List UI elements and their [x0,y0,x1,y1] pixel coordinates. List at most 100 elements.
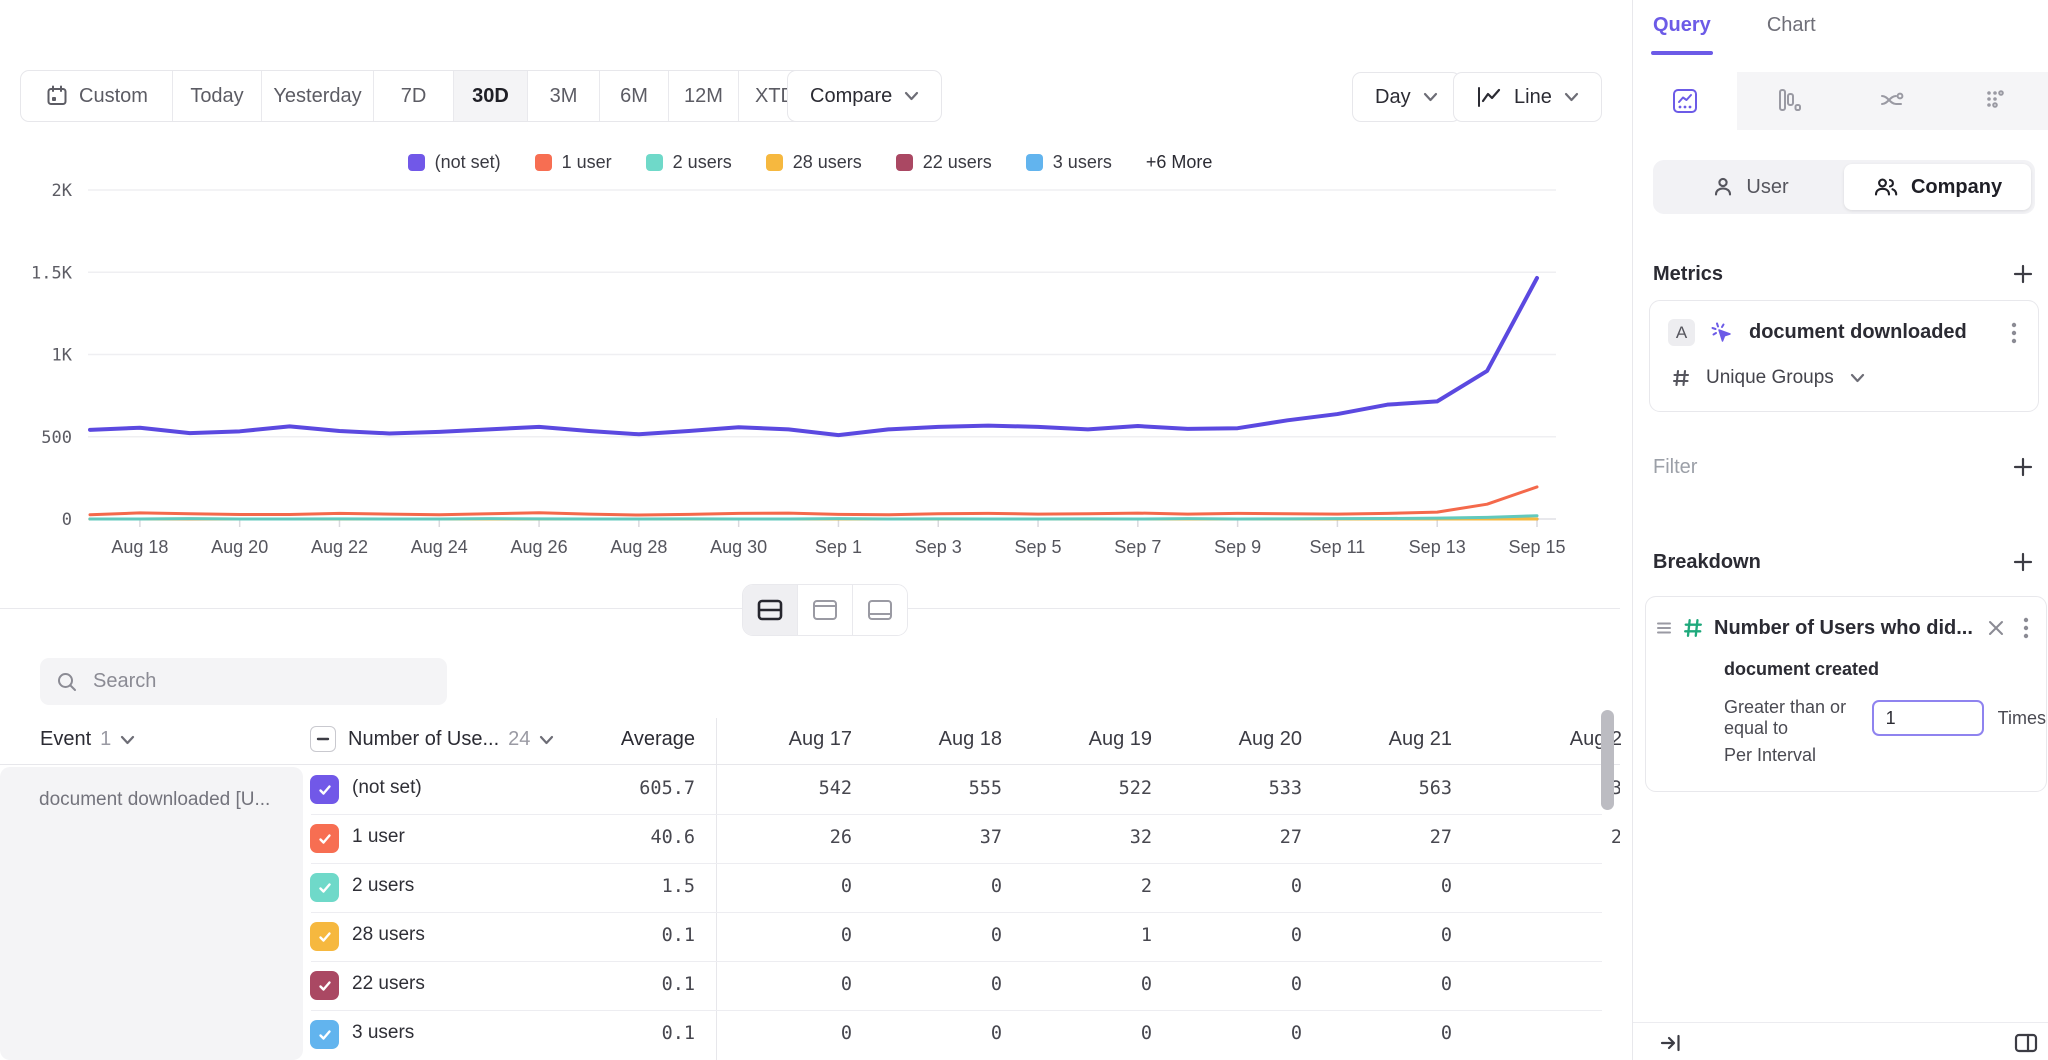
date-range-group: Custom Today Yesterday 7D 30D 3M 6M 12M … [20,70,837,122]
range-yesterday[interactable]: Yesterday [262,71,374,121]
chart-type-line-button[interactable] [1633,72,1737,130]
chevron-down-icon [1423,92,1438,102]
row-checkbox[interactable] [310,873,339,902]
layout-chart-top-button[interactable] [798,585,853,635]
layout-chart-bottom-button[interactable] [853,585,907,635]
breakdown-event-name[interactable]: document created [1724,659,1879,680]
user-icon [1712,176,1734,198]
check-icon [317,880,333,896]
table-row[interactable]: 3 users 0.1 00000 [0,1010,1620,1059]
table-header-row: Event 1 Number of Use... 24 Average Aug … [0,718,1620,764]
row-checkbox[interactable] [310,775,339,804]
chart-type-flow-button[interactable] [1841,72,1945,130]
granularity-label: Day [1375,86,1411,109]
row-separator [311,814,1602,815]
row-checkbox[interactable] [310,971,339,1000]
breakdown-options-kebab-icon[interactable] [2016,615,2036,641]
group-count: 24 [508,728,530,751]
value-cell: 0 [867,1023,1017,1044]
range-7d[interactable]: 7D [374,71,454,121]
times-value-input[interactable] [1872,700,1984,736]
svg-text:Aug 26: Aug 26 [511,537,568,557]
chart-type-label: Line [1514,86,1552,109]
drag-handle-icon[interactable] [1656,621,1672,635]
value-cell: 0 [717,925,867,946]
chevron-down-icon [904,91,919,101]
aggregation-dropdown[interactable]: Unique Groups [1672,367,1865,389]
row-checkbox[interactable] [310,824,339,853]
row-values: 00100 [717,925,1620,946]
add-filter-button[interactable] [2011,455,2035,479]
breakdown-card: Number of Users who did... document crea… [1645,596,2047,792]
row-values: 00000 [717,1023,1620,1044]
range-3m[interactable]: 3M [528,71,600,121]
select-all-checkbox[interactable] [310,726,336,752]
svg-text:Sep 11: Sep 11 [1310,537,1366,557]
svg-text:Aug 20: Aug 20 [211,537,268,557]
row-checkbox[interactable] [310,922,339,951]
table-row[interactable]: 28 users 0.1 00100 [0,912,1620,961]
event-column-dropdown[interactable]: Event 1 [40,728,135,751]
collapse-panel-icon[interactable] [1659,1031,1683,1055]
range-6m[interactable]: 6M [600,71,669,121]
series-label: 22 users [352,973,425,995]
search-input[interactable] [91,669,431,694]
series-label: 28 users [352,924,425,946]
value-cell: 0 [1017,974,1167,995]
range-today[interactable]: Today [173,71,262,121]
row-average: 0.1 [555,1023,695,1044]
analytics-app: Custom Today Yesterday 7D 30D 3M 6M 12M … [0,0,2048,1060]
range-12m[interactable]: 12M [669,71,739,121]
value-cell: 522 [1017,778,1167,799]
range-30d[interactable]: 30D [454,71,528,121]
add-breakdown-button[interactable] [2011,550,2035,574]
svg-text:Aug 30: Aug 30 [710,537,767,557]
value-cell: 32 [1017,827,1167,848]
breakdown-title: Breakdown [1653,551,1761,574]
svg-text:500: 500 [41,428,72,448]
compare-button[interactable]: Compare [787,70,942,122]
add-metric-button[interactable] [2011,262,2035,286]
value-cell: 27 [1317,827,1467,848]
value-cell: 37 [867,827,1017,848]
scope-user-button[interactable]: User [1657,164,1844,210]
value-cell [1467,925,1620,946]
search-icon [56,671,78,693]
split-view-icon [757,599,783,621]
remove-breakdown-icon[interactable] [1987,619,2005,637]
table-body: (not set) 605.7 54255552253356353 1 user… [0,765,1620,1060]
top-bar-view-icon [812,599,838,621]
table-row[interactable]: 2 users 1.5 00200 [0,863,1620,912]
tab-query[interactable]: Query [1653,14,1711,55]
line-chart-box-icon [1670,86,1700,116]
chart-canvas[interactable]: 05001K1.5K2KAug 18Aug 20Aug 22Aug 24Aug … [0,146,1620,566]
query-panel: Query Chart [1632,0,2048,1060]
scope-company-label: Company [1911,176,2002,199]
group-column-dropdown[interactable]: Number of Use... 24 [348,728,554,751]
svg-text:1K: 1K [52,346,73,366]
per-interval-label[interactable]: Per Interval [1724,745,1816,766]
scope-company-button[interactable]: Company [1844,164,2031,210]
tab-chart[interactable]: Chart [1767,14,1816,55]
breakdown-property-name[interactable]: Number of Users who did... [1714,617,1976,640]
chart-type-bar-button[interactable] [1737,72,1841,130]
condition-label[interactable]: Greater than or equal to [1724,697,1858,739]
chart-type-scatter-button[interactable] [1944,72,2048,130]
side-panel-icon[interactable] [2013,1031,2039,1055]
check-icon [317,929,333,945]
range-custom[interactable]: Custom [21,71,173,121]
svg-text:Sep 5: Sep 5 [1015,537,1062,557]
granularity-dropdown[interactable]: Day [1352,72,1461,122]
table-row[interactable]: (not set) 605.7 54255552253356353 [0,765,1620,814]
row-separator [311,912,1602,913]
table-scrollbar[interactable] [1601,710,1614,810]
series-label: 3 users [352,1022,414,1044]
row-checkbox[interactable] [310,1020,339,1049]
table-row[interactable]: 22 users 0.1 00000 [0,961,1620,1010]
value-cell: 26 [717,827,867,848]
table-row[interactable]: 1 user 40.6 26373227272 [0,814,1620,863]
layout-split-button[interactable] [743,585,798,635]
chart-type-dropdown[interactable]: Line [1453,72,1602,122]
metric-options-kebab-icon[interactable] [2004,320,2024,346]
metric-name[interactable]: document downloaded [1749,321,1990,344]
